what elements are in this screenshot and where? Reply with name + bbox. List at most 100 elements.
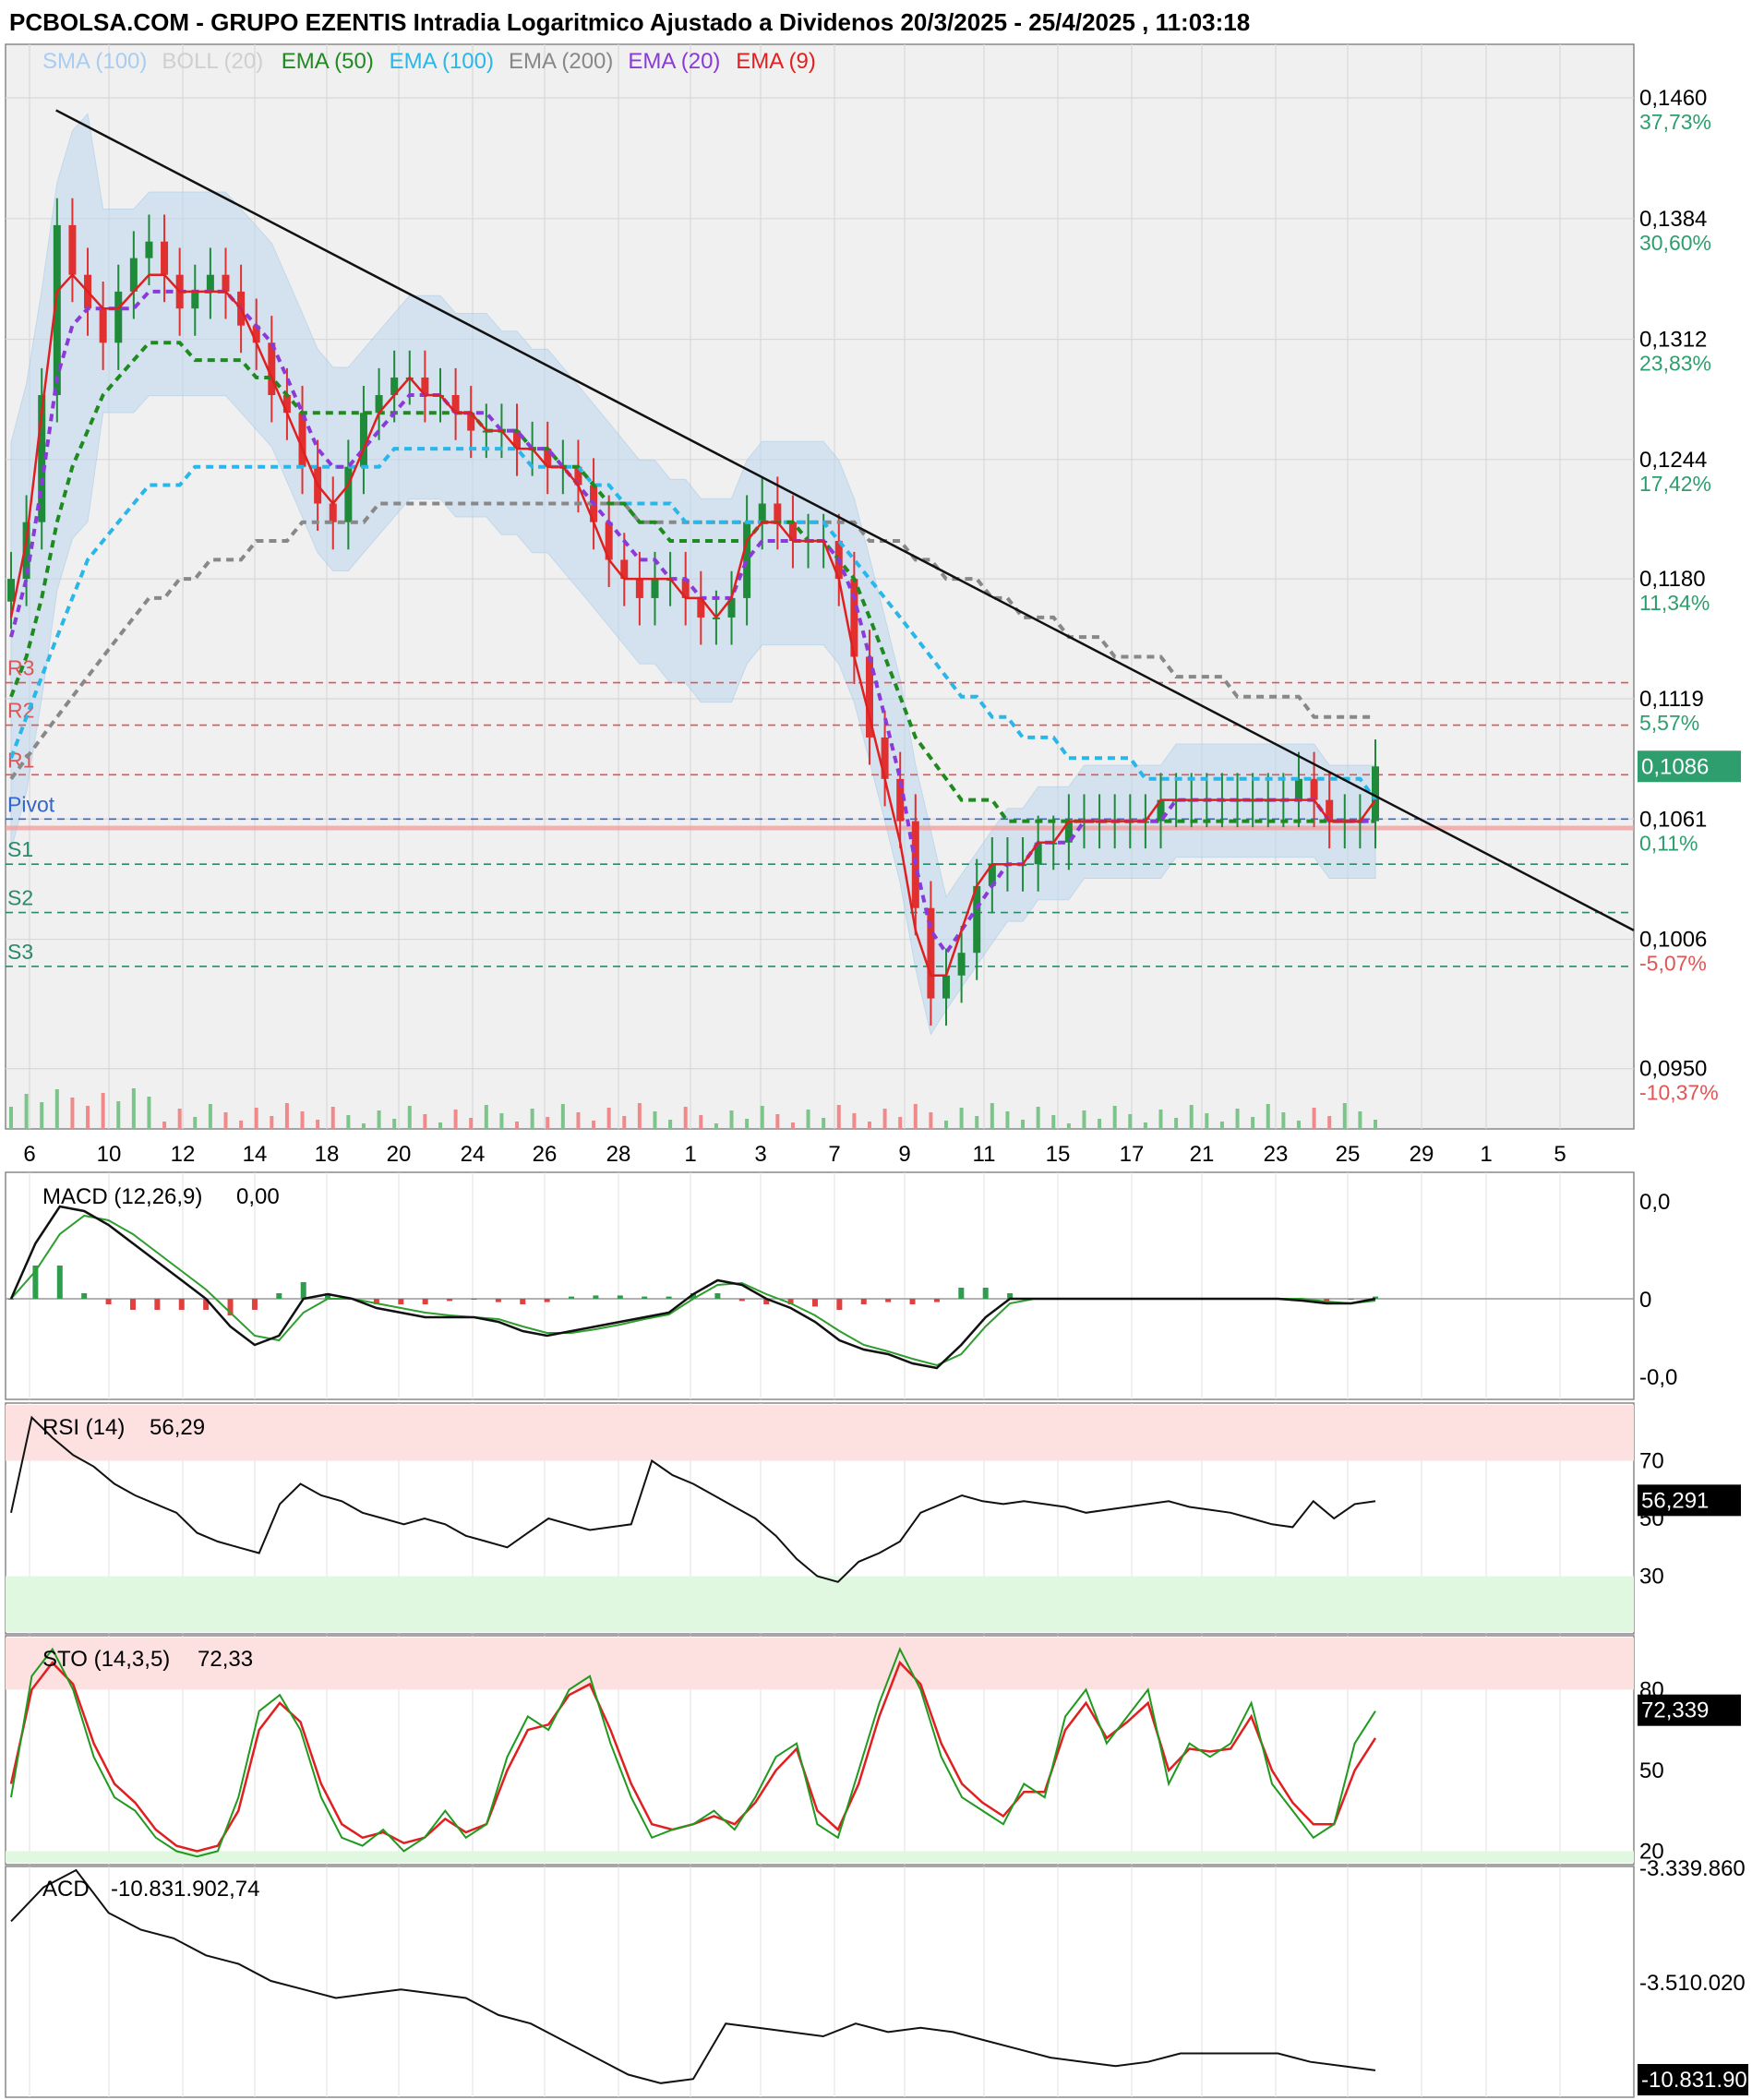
volume-bar bbox=[668, 1120, 673, 1129]
volume-bar bbox=[254, 1108, 258, 1129]
x-tick-label: 25 bbox=[1336, 1142, 1361, 1167]
macd-histogram-bar bbox=[300, 1282, 306, 1299]
x-tick-label: 11 bbox=[973, 1142, 996, 1167]
macd-histogram-bar bbox=[593, 1295, 599, 1299]
x-tick-label: 7 bbox=[828, 1142, 840, 1167]
x-tick-label: 6 bbox=[23, 1142, 35, 1167]
volume-bar bbox=[1021, 1120, 1026, 1129]
x-tick-label: 24 bbox=[461, 1142, 486, 1167]
acd-y-label: -3.339.860 bbox=[1639, 1856, 1746, 1881]
macd-y-label: -0,0 bbox=[1639, 1365, 1677, 1390]
candle-body bbox=[344, 466, 353, 522]
y-tick-label: 0,1006 bbox=[1639, 928, 1707, 953]
volume-bar bbox=[1143, 1122, 1147, 1129]
volume-bar bbox=[284, 1103, 289, 1129]
volume-bar bbox=[852, 1113, 857, 1129]
volume-bar bbox=[1189, 1105, 1194, 1129]
macd-histogram-bar bbox=[251, 1299, 258, 1310]
sto-panel: STO (14,3,5) 72,3380502072,339 bbox=[5, 1635, 1741, 1866]
candle-body bbox=[758, 503, 766, 522]
volume-bar bbox=[316, 1120, 320, 1129]
x-tick-label: 18 bbox=[315, 1142, 340, 1167]
volume-bar bbox=[882, 1109, 887, 1129]
volume-bar bbox=[1281, 1112, 1286, 1129]
sto-name: STO (14,3,5) bbox=[42, 1647, 170, 1672]
x-tick-label: 1 bbox=[684, 1142, 696, 1167]
volume-bar bbox=[223, 1112, 228, 1129]
sto-badge-value: 72,339 bbox=[1641, 1698, 1709, 1723]
volume-bar bbox=[1342, 1103, 1347, 1129]
volume-bar bbox=[1098, 1119, 1102, 1129]
y-tick-pct: 5,57% bbox=[1639, 711, 1699, 735]
sto-oversold-zone bbox=[6, 1851, 1634, 1863]
macd-histogram-bar bbox=[714, 1293, 721, 1299]
candle-body bbox=[206, 274, 214, 292]
volume-bar bbox=[1266, 1104, 1270, 1129]
volume-bar bbox=[1235, 1109, 1240, 1129]
acd-y-label: -3.510.020 bbox=[1639, 1971, 1746, 1996]
macd-histogram-bar bbox=[933, 1299, 940, 1302]
x-tick-label: 21 bbox=[1190, 1142, 1215, 1167]
volume-bar bbox=[1327, 1116, 1332, 1129]
volume-bar bbox=[622, 1116, 627, 1129]
volume-bar bbox=[1051, 1115, 1056, 1129]
volume-bar bbox=[929, 1112, 933, 1129]
volume-bar bbox=[1158, 1110, 1163, 1129]
volume-bar bbox=[1082, 1110, 1086, 1129]
rsi-y-label: 30 bbox=[1639, 1565, 1664, 1590]
volume-bar bbox=[407, 1106, 412, 1129]
y-tick-label: 0,1312 bbox=[1639, 328, 1707, 353]
pivot-label: Pivot bbox=[7, 792, 55, 816]
legend-entry: EMA (100) bbox=[390, 49, 494, 74]
volume-bar bbox=[438, 1122, 442, 1129]
volume-bar bbox=[392, 1119, 397, 1129]
volume-bar bbox=[990, 1103, 994, 1129]
volume-bar bbox=[576, 1112, 581, 1129]
rsi-oversold-zone bbox=[6, 1576, 1634, 1632]
macd-histogram-bar bbox=[982, 1288, 989, 1299]
volume-bar bbox=[913, 1104, 918, 1129]
macd-histogram-bar bbox=[154, 1299, 161, 1310]
legend-entry: EMA (9) bbox=[736, 49, 816, 74]
volume-bar bbox=[453, 1110, 458, 1129]
macd-histogram-bar bbox=[398, 1299, 404, 1304]
acd-value: -10.831.902,74 bbox=[111, 1877, 259, 1902]
x-axis: 6 10 12 14 18 20 24 26 28 1 3 7 9 11 15 17 21 23 25 29 1 5 bbox=[23, 1142, 1566, 1167]
macd-histogram-bar bbox=[642, 1296, 648, 1299]
volume-bar bbox=[193, 1117, 198, 1129]
volume-bar bbox=[546, 1117, 550, 1129]
volume-bar bbox=[330, 1107, 335, 1129]
pivot-label: S1 bbox=[7, 837, 33, 861]
volume-bar bbox=[86, 1106, 90, 1129]
volume-bar bbox=[484, 1105, 488, 1129]
macd-panel: MACD (12,26,9) 0,00 0,00-0,0 bbox=[5, 1171, 1677, 1400]
volume-bar bbox=[975, 1116, 979, 1129]
volume-bar bbox=[177, 1109, 182, 1129]
macd-y-label: 0 bbox=[1639, 1288, 1651, 1313]
volume-bar bbox=[1036, 1107, 1040, 1129]
sto-y-label: 50 bbox=[1639, 1758, 1664, 1783]
y-tick-pct: 23,83% bbox=[1639, 352, 1711, 376]
volume-bar bbox=[208, 1104, 212, 1129]
macd-histogram-bar bbox=[617, 1295, 623, 1299]
rsi-overbought-zone bbox=[6, 1405, 1634, 1461]
rsi-value: 56,29 bbox=[150, 1415, 205, 1440]
volume-bar bbox=[147, 1097, 151, 1129]
candle-body bbox=[635, 579, 643, 598]
candle-body bbox=[942, 975, 951, 999]
rsi-name: RSI (14) bbox=[42, 1415, 125, 1440]
macd-histogram-bar bbox=[495, 1299, 501, 1302]
x-tick-label: 23 bbox=[1264, 1142, 1289, 1167]
y-tick-label: 0,0950 bbox=[1639, 1057, 1707, 1082]
candle-body bbox=[743, 522, 751, 598]
last-price-badge: 0,1086 bbox=[1638, 750, 1741, 783]
volume-bar bbox=[653, 1111, 657, 1129]
volume-bar bbox=[377, 1110, 381, 1129]
volume-bar bbox=[239, 1121, 244, 1129]
macd-histogram-bar bbox=[422, 1299, 428, 1304]
x-tick-label: 28 bbox=[606, 1142, 631, 1167]
macd-histogram-bar bbox=[276, 1293, 282, 1299]
volume-bar bbox=[806, 1110, 810, 1129]
y-tick-pct: 30,60% bbox=[1639, 231, 1711, 255]
volume-bar bbox=[131, 1088, 136, 1129]
